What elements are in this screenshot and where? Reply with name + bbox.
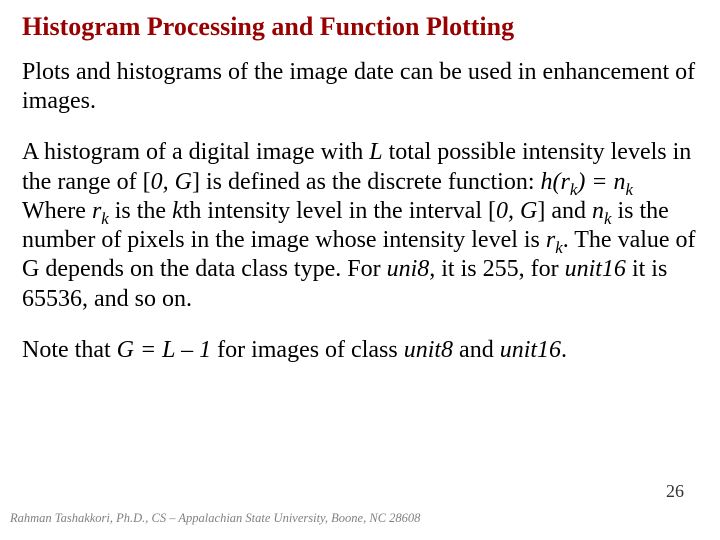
var-r: r	[546, 227, 555, 253]
slide-body: Plots and histograms of the image date c…	[22, 58, 698, 365]
paragraph-note: Note that G = L – 1 for images of class …	[22, 336, 698, 365]
sub-k: k	[626, 179, 633, 198]
slide: Histogram Processing and Function Plotti…	[0, 0, 720, 540]
text: for images of class	[211, 337, 404, 363]
text: .	[561, 337, 567, 363]
sub-k: k	[101, 209, 108, 228]
slide-title: Histogram Processing and Function Plotti…	[22, 12, 698, 42]
text: Note that	[22, 337, 117, 363]
var-k: k	[172, 198, 183, 224]
type-unit8: unit8	[404, 337, 453, 363]
text: and	[453, 337, 500, 363]
paragraph-definition: A histogram of a digital image with L to…	[22, 138, 698, 314]
range-0G: 0, G	[151, 169, 192, 195]
func-h: h(r	[541, 169, 570, 195]
var-L: L	[369, 139, 382, 165]
text: Where	[22, 198, 92, 224]
text: it is 255, for	[435, 256, 564, 282]
text: th intensity level in the interval [	[183, 198, 496, 224]
footer-credit: Rahman Tashakkori, Ph.D., CS – Appalachi…	[10, 511, 420, 526]
text: A histogram of a digital image with	[22, 139, 369, 165]
type-unit16: unit16	[565, 256, 626, 282]
paragraph-intro: Plots and histograms of the image date c…	[22, 58, 698, 117]
text: ] and	[537, 198, 592, 224]
type-uni8: uni8,	[387, 256, 436, 282]
sub-k: k	[555, 238, 562, 257]
type-unit16: unit16	[500, 337, 561, 363]
func-eq: ) = n	[577, 169, 625, 195]
eq-GL: G = L – 1	[117, 337, 211, 363]
range-0G: 0, G	[496, 198, 537, 224]
page-number: 26	[666, 481, 684, 502]
text: is the	[109, 198, 172, 224]
var-r: r	[92, 198, 101, 224]
text: ] is defined as the discrete function:	[192, 169, 541, 195]
var-n: n	[592, 198, 604, 224]
